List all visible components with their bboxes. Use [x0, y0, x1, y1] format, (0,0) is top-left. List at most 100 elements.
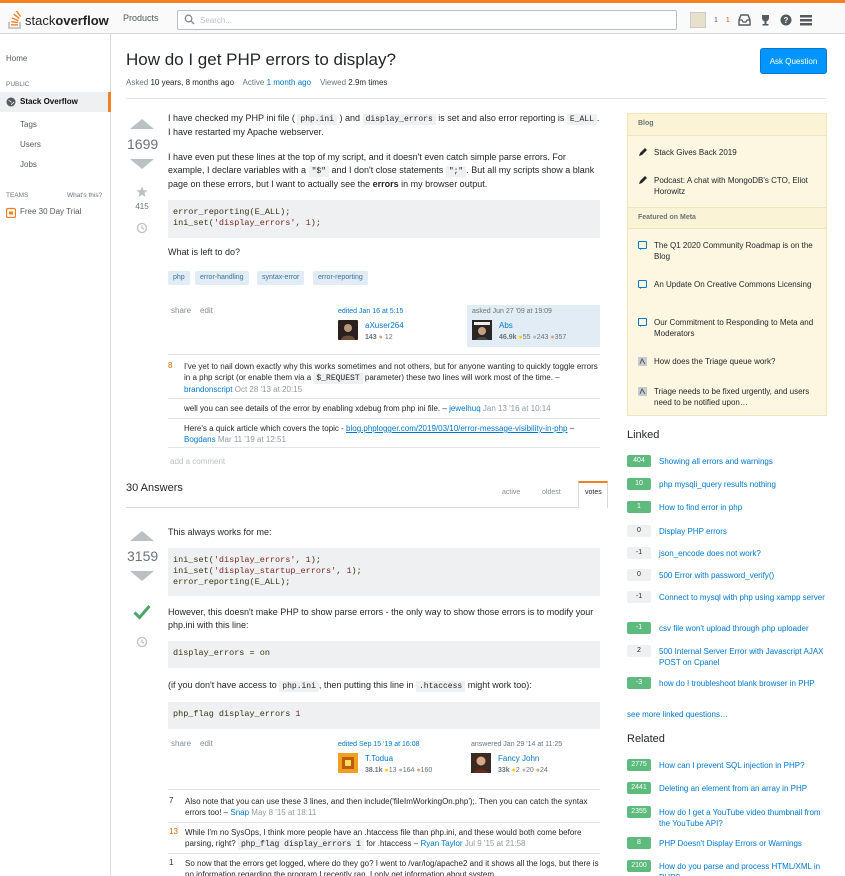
answers-count: 30 Answers: [126, 482, 183, 494]
sort-tab-oldest[interactable]: oldest: [542, 489, 561, 496]
linked-question[interactable]: json_encode does not work?: [659, 548, 829, 559]
tag-error-handling[interactable]: error-handling: [195, 271, 249, 285]
related-question[interactable]: PHP Doesn't Display Errors or Warnings: [659, 838, 829, 849]
downvote-button[interactable]: [130, 159, 154, 169]
asker-silver: 243: [536, 334, 549, 341]
free-trial-link[interactable]: Free 30 Day Trial: [6, 207, 81, 218]
nav-home[interactable]: Home: [6, 54, 27, 63]
question-share-link[interactable]: share: [171, 306, 191, 315]
history-icon[interactable]: [136, 222, 148, 234]
whats-this-link[interactable]: What's this?: [67, 192, 102, 199]
meta-site-icon: [638, 387, 647, 396]
linked-question[interactable]: php mysqli_query results nothing: [659, 479, 829, 490]
comment-user[interactable]: Ryan Taylor: [420, 839, 462, 848]
asker-avatar[interactable]: [472, 320, 492, 340]
linked-question[interactable]: 500 Internal Server Error with Javascrip…: [659, 646, 829, 668]
answer-editor-action[interactable]: edited Sep 15 '19 at 16:08: [338, 741, 420, 748]
answer-downvote-button[interactable]: [130, 571, 154, 581]
tag-error-reporting[interactable]: error-reporting: [313, 271, 368, 285]
editor-avatar[interactable]: [338, 320, 358, 340]
comment-user[interactable]: Bogdans: [184, 435, 216, 444]
answer-edit-link[interactable]: edit: [200, 739, 213, 748]
linked-question[interactable]: How to find error in php: [659, 502, 829, 513]
achievements-icon[interactable]: [759, 14, 772, 26]
nav-teams-heading: TEAMS: [6, 192, 29, 199]
comment-user[interactable]: jewelhuq: [449, 404, 481, 413]
see-more-linked-link[interactable]: see more linked questions…: [627, 709, 797, 720]
nav-tags[interactable]: Tags: [20, 120, 37, 129]
search-bar[interactable]: Search...: [177, 10, 677, 30]
answer-editor-avatar[interactable]: [338, 753, 358, 773]
asker-bronze: 357: [554, 334, 567, 341]
linked-score: -1: [627, 547, 651, 559]
comment-divider: [168, 853, 600, 854]
answer-comment-score: 13: [169, 827, 178, 836]
inline-code: .htaccess: [415, 681, 466, 692]
answer-share-link[interactable]: share: [171, 739, 191, 748]
editor-bronze: 12: [384, 334, 393, 341]
linked-question[interactable]: csv file won't upload through php upload…: [659, 623, 829, 634]
inbox-icon[interactable]: [738, 14, 751, 26]
editor-reputation: 143: [365, 334, 377, 341]
comment-user[interactable]: Snap: [230, 808, 249, 817]
linked-score: 0: [627, 569, 651, 581]
comment-user[interactable]: brandonscript: [184, 385, 232, 394]
blog-item[interactable]: Podcast: A chat with MongoDB's CTO, Elio…: [654, 175, 824, 197]
related-question[interactable]: Deleting an element from an array in PHP: [659, 783, 829, 794]
meta-item[interactable]: How does the Triage queue work?: [654, 356, 824, 367]
linked-score: -3: [627, 677, 651, 689]
answer-upvote-button[interactable]: [130, 531, 154, 541]
answer-editor-card: edited Sep 15 '19 at 16:08 T.Todua 38.1k…: [338, 741, 433, 774]
meta-item[interactable]: Our Commitment to Responding to Meta and…: [654, 317, 824, 339]
related-header: Related: [627, 733, 665, 745]
add-comment-link[interactable]: add a comment: [170, 457, 225, 466]
answer-paragraph-2: However, this doesn't make PHP to show p…: [168, 607, 594, 630]
nav-users[interactable]: Users: [20, 140, 41, 149]
products-link[interactable]: Products: [123, 13, 159, 23]
meta-item[interactable]: Triage needs to be fixed urgently, and u…: [654, 386, 824, 408]
blog-header: Blog: [628, 114, 826, 136]
linked-question[interactable]: Display PHP errors: [659, 526, 829, 537]
question-vote-panel: 1699: [127, 119, 158, 169]
answerer-avatar[interactable]: [471, 753, 491, 773]
comment-divider: [168, 822, 600, 823]
stackoverflow-logo[interactable]: stackoverflow: [8, 10, 109, 30]
answer-owner-card: answered Jan 29 '14 at 11:25 Fancy John …: [471, 741, 563, 774]
linked-question[interactable]: Connect to mysql with php using xampp se…: [659, 592, 829, 603]
related-question[interactable]: How do I get a YouTube video thumbnail f…: [659, 807, 829, 829]
svg-text:?: ?: [783, 16, 788, 25]
site-switcher-icon[interactable]: [799, 14, 812, 26]
related-question[interactable]: How do you parse and process HTML/XML in…: [659, 861, 829, 876]
question-edit-link[interactable]: edit: [200, 306, 213, 315]
meta-item[interactable]: An Update On Creative Commons Licensing: [654, 279, 824, 290]
user-avatar[interactable]: [690, 12, 706, 28]
help-icon[interactable]: ?: [780, 14, 792, 26]
answer-comment-score: 1: [169, 858, 174, 867]
upvote-button[interactable]: [130, 119, 154, 129]
favorite-star-icon[interactable]: [136, 186, 148, 198]
active-value[interactable]: 1 month ago: [267, 78, 311, 87]
answer-editor-name[interactable]: T.Todua: [365, 754, 393, 763]
inline-code: E_ALL: [566, 114, 597, 125]
tag-php[interactable]: php: [168, 271, 190, 285]
linked-question[interactable]: how do I troubleshoot blank browser in P…: [659, 678, 829, 689]
linked-score: -1: [627, 622, 651, 634]
blog-item[interactable]: Stack Gives Back 2019: [654, 147, 824, 158]
nav-stack-overflow[interactable]: Stack Overflow: [0, 92, 111, 112]
linked-question[interactable]: Showing all errors and warnings: [659, 456, 829, 467]
nav-jobs[interactable]: Jobs: [20, 160, 37, 169]
related-question[interactable]: How can I prevent SQL injection in PHP?: [659, 760, 829, 771]
editor-action[interactable]: edited Jan 16 at 5:15: [338, 308, 403, 315]
ask-question-button[interactable]: Ask Question: [760, 48, 827, 74]
answer-history-icon[interactable]: [136, 636, 148, 648]
tag-syntax-error[interactable]: syntax-error: [257, 271, 305, 285]
asker-name[interactable]: Abs: [499, 321, 513, 330]
question-title[interactable]: How do I get PHP errors to display?: [126, 50, 396, 70]
meta-item[interactable]: The Q1 2020 Community Roadmap is on the …: [654, 240, 824, 262]
linked-question[interactable]: 500 Error with password_verify(): [659, 570, 829, 581]
editor-name[interactable]: aXuser264: [365, 321, 404, 330]
nav-stack-overflow-label: Stack Overflow: [20, 97, 78, 106]
answerer-name[interactable]: Fancy John: [498, 754, 539, 763]
sort-tab-active[interactable]: active: [502, 489, 520, 496]
comment-link[interactable]: blog.phplogger.com/2019/03/10/error-mess…: [346, 424, 567, 433]
